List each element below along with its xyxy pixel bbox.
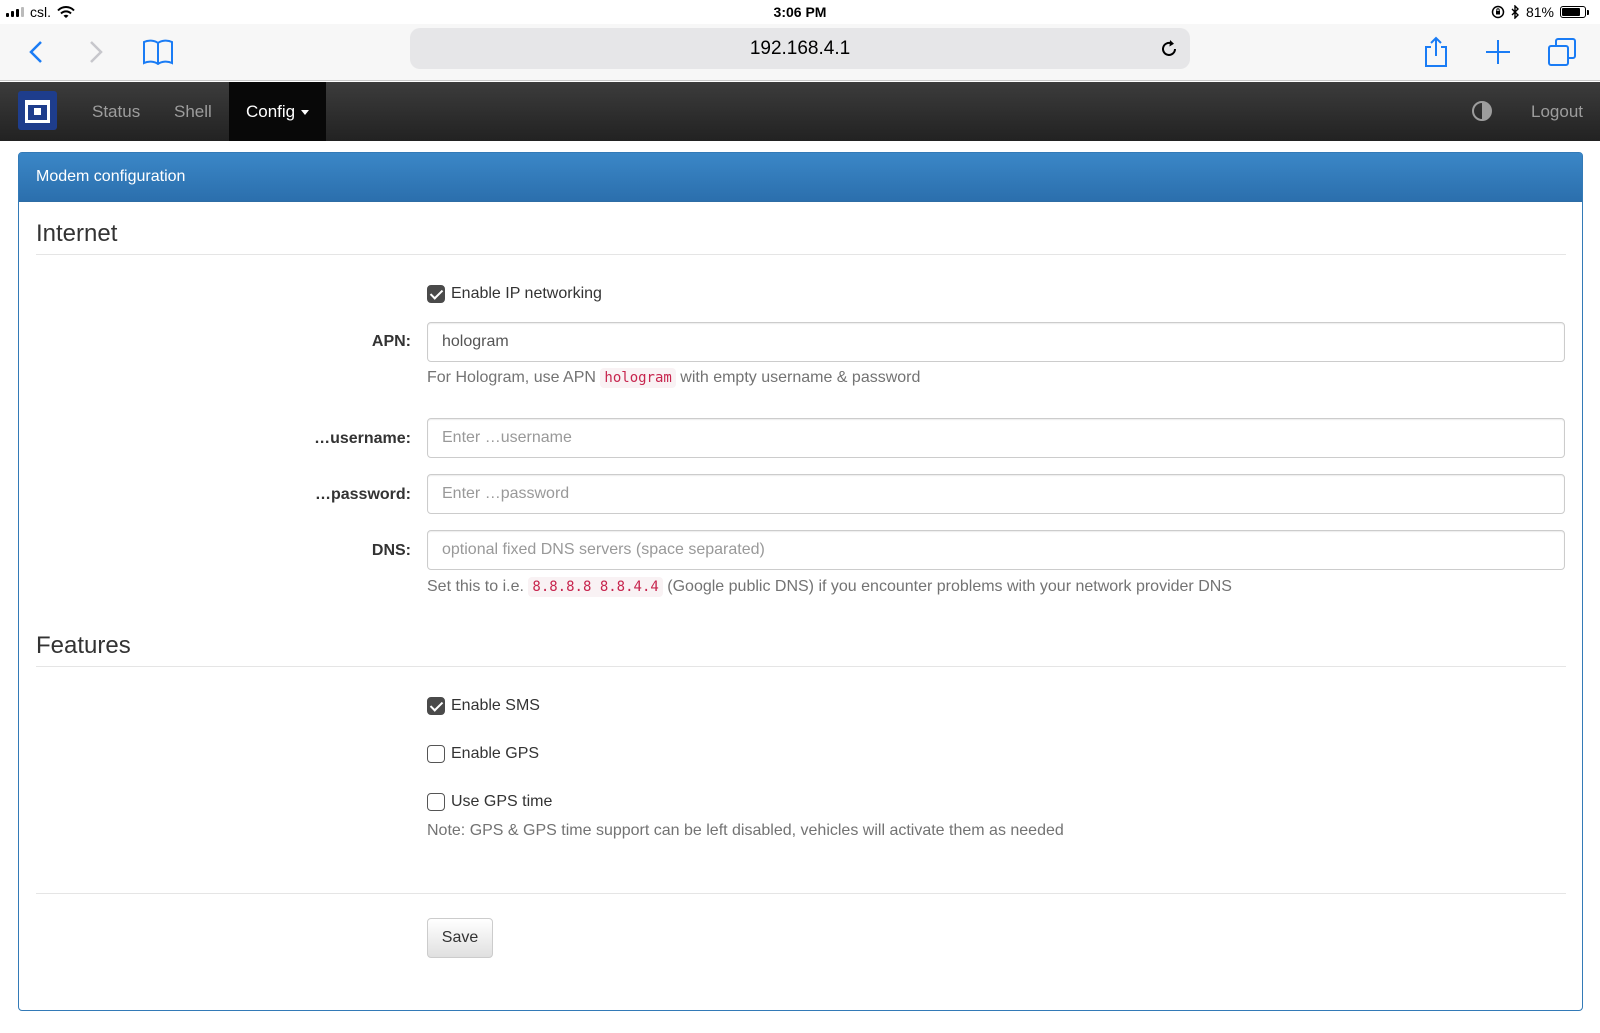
username-label: …username: <box>314 430 411 447</box>
reload-icon <box>1162 40 1176 56</box>
tabs-button[interactable] <box>1542 32 1582 72</box>
tabs-icon <box>1548 38 1576 66</box>
enable-ip-label: Enable IP networking <box>451 285 602 302</box>
status-right: 81% <box>1491 4 1589 20</box>
modem-config-panel: Modem configuration Internet Enable IP n… <box>18 152 1583 1011</box>
enable-gps-label: Enable GPS <box>451 745 540 762</box>
apn-help-code: hologram <box>600 368 676 388</box>
apn-help: For Hologram, use APN hologram with empt… <box>427 368 921 388</box>
reload-button[interactable] <box>1156 36 1182 62</box>
checkbox-checked-icon <box>427 697 445 715</box>
enable-ip-checkbox[interactable]: Enable IP networking <box>427 285 602 303</box>
new-tab-icon <box>1486 40 1510 64</box>
status-left: csl. <box>6 4 75 20</box>
share-button[interactable] <box>1416 32 1456 72</box>
checkbox-unchecked-icon <box>427 745 445 763</box>
ios-status-bar: csl. 3:06 PM 81% <box>0 0 1600 24</box>
forward-icon <box>90 41 103 63</box>
back-icon <box>29 41 42 63</box>
nav-shell[interactable]: Shell <box>157 82 229 141</box>
logo-dot <box>34 108 41 115</box>
use-gps-time-checkbox[interactable]: Use GPS time <box>427 793 552 811</box>
dns-input[interactable] <box>427 530 1565 570</box>
caret-down-icon <box>301 110 310 116</box>
brand-logo[interactable] <box>18 91 57 130</box>
save-button[interactable]: Save <box>427 918 493 958</box>
dns-help-before: Set this to i.e. <box>427 578 524 595</box>
apn-help-before: For Hologram, use APN <box>427 369 596 386</box>
enable-sms-checkbox[interactable]: Enable SMS <box>427 697 540 715</box>
dns-label: DNS: <box>371 542 411 559</box>
bookmarks-icon <box>143 39 173 65</box>
password-label: …password: <box>314 486 411 503</box>
carrier-label: csl. <box>30 4 51 20</box>
checkbox-unchecked-icon <box>427 793 445 811</box>
features-legend: Features <box>36 632 1566 667</box>
wifi-icon <box>57 5 75 18</box>
username-input[interactable] <box>427 418 1565 458</box>
apn-input[interactable] <box>427 322 1565 362</box>
orientation-lock-icon <box>1491 5 1505 19</box>
back-button[interactable] <box>16 32 56 72</box>
internet-legend: Internet <box>36 220 1566 255</box>
dns-help: Set this to i.e. 8.8.8.8 8.8.4.4 (Google… <box>427 577 1232 597</box>
browser-toolbar: 192.168.4.1 <box>0 24 1600 81</box>
battery-percent: 81% <box>1525 4 1554 20</box>
clock: 3:06 PM <box>773 4 827 20</box>
password-input[interactable] <box>427 474 1565 514</box>
nav-config[interactable]: Config <box>229 82 327 141</box>
bluetooth-icon <box>1511 5 1519 19</box>
app-navbar: Status Shell Config Logout <box>0 82 1600 141</box>
url-text: 192.168.4.1 <box>749 37 851 59</box>
apn-help-after: with empty username & password <box>680 369 921 386</box>
dns-help-after: (Google public DNS) if you encounter pro… <box>667 578 1232 595</box>
logout-link[interactable]: Logout <box>1514 82 1600 141</box>
panel-title: Modem configuration <box>19 153 1582 202</box>
signal-icon <box>6 7 24 17</box>
gps-note: Note: GPS & GPS time support can be left… <box>427 822 1064 839</box>
form-divider <box>36 893 1566 894</box>
bookmarks-button[interactable] <box>138 32 178 72</box>
new-tab-button[interactable] <box>1478 32 1518 72</box>
nav-config-label: Config <box>246 102 296 121</box>
battery-icon <box>1560 6 1589 18</box>
enable-sms-label: Enable SMS <box>451 697 540 714</box>
contrast-icon[interactable] <box>1472 101 1492 121</box>
use-gps-time-label: Use GPS time <box>451 793 553 810</box>
enable-gps-checkbox[interactable]: Enable GPS <box>427 745 539 763</box>
apn-label: APN: <box>371 333 411 350</box>
url-bar[interactable]: 192.168.4.1 <box>410 28 1190 69</box>
checkbox-checked-icon <box>427 285 445 303</box>
dns-help-code: 8.8.8.8 8.8.4.4 <box>528 577 663 597</box>
nav-status[interactable]: Status <box>75 82 157 141</box>
share-icon <box>1425 36 1447 67</box>
forward-button[interactable] <box>76 32 116 72</box>
